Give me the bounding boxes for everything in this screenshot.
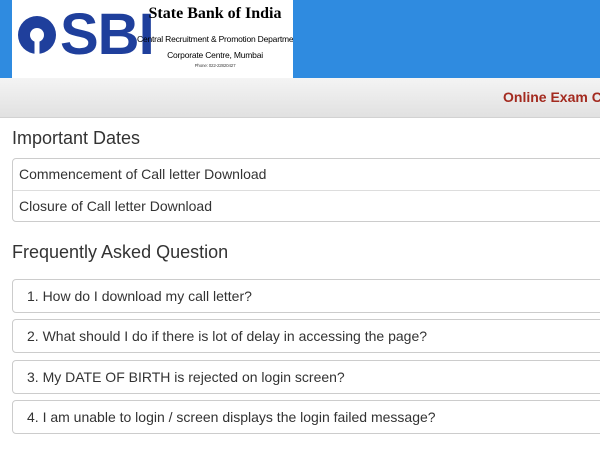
- important-dates-panel: Commencement of Call letter Download Clo…: [12, 158, 600, 222]
- header-banner: SBI State Bank of India Central Recruitm…: [0, 0, 600, 78]
- nav-bar: Online Exam C: [0, 78, 600, 118]
- faq-item-page-delay[interactable]: 2. What should I do if there is lot of d…: [12, 319, 600, 353]
- date-row-closure: Closure of Call letter Download: [13, 190, 600, 221]
- department-name: Central Recruitment & Promotion Departme…: [137, 34, 293, 44]
- sbi-keyhole-logo-icon: [18, 16, 56, 55]
- faq-title: Frequently Asked Question: [12, 242, 229, 262]
- faq-item-login-failed[interactable]: 4. I am unable to login / screen display…: [12, 400, 600, 434]
- date-row-commencement: Commencement of Call letter Download: [19, 166, 267, 182]
- nav-title: Online Exam C: [503, 89, 600, 105]
- faq-item-download-call-letter[interactable]: 1. How do I download my call letter?: [12, 279, 600, 313]
- faq-item-dob-rejected[interactable]: 3. My DATE OF BIRTH is rejected on login…: [12, 360, 600, 394]
- important-dates-title: Important Dates: [12, 128, 141, 148]
- bank-name: State Bank of India: [148, 5, 282, 22]
- office-name: Corporate Centre, Mumbai: [167, 50, 263, 60]
- phone-number: Phone: 022-22820427: [194, 63, 236, 68]
- sbi-logo-banner: SBI State Bank of India Central Recruitm…: [12, 0, 293, 78]
